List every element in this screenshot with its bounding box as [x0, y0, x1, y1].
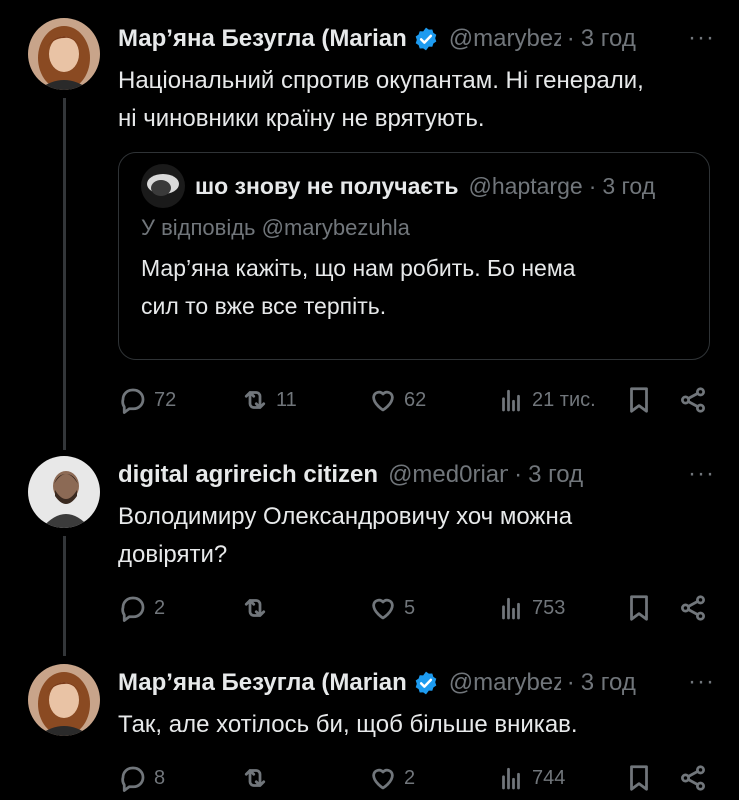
reply-button[interactable]: 2 [118, 590, 165, 626]
reply-count: 72 [154, 388, 177, 411]
retweet-icon [244, 391, 266, 409]
tweet[interactable]: Мар’яна Безугла (Marian @marybezuhla · 3… [118, 24, 715, 138]
tweet-text: Так, але хотілось би, щоб більше вникав. [118, 706, 715, 744]
like-button[interactable]: 5 [368, 590, 415, 626]
bookmark-icon [630, 387, 648, 413]
views-button[interactable]: 21 тис. [496, 382, 596, 418]
bookmark-button[interactable] [624, 760, 654, 796]
more-options-icon[interactable]: ··· [688, 24, 715, 52]
more-options-icon[interactable]: ··· [688, 668, 715, 696]
timestamp[interactable]: 3 год [581, 669, 636, 697]
retweet-icon [244, 769, 266, 787]
timestamp[interactable]: 3 год [528, 461, 583, 489]
thread-line [63, 98, 66, 450]
like-button[interactable]: 62 [368, 382, 426, 418]
tweet-actions: 72 11 62 21 тис. [118, 382, 710, 418]
reply-button[interactable]: 8 [118, 760, 165, 796]
separator: · [566, 669, 575, 696]
avatar[interactable] [28, 664, 100, 736]
verified-badge-icon [415, 671, 437, 695]
quoted-text-line: сил то вже все терпіть. [141, 293, 387, 319]
share-icon [681, 387, 705, 413]
views-icon [502, 389, 520, 412]
author-handle[interactable]: @marybezuhla [449, 25, 561, 53]
reply-count: 8 [154, 766, 166, 789]
tweet-text: Національний спротив окупантам. Ні генер… [118, 62, 715, 138]
retweet-button[interactable] [240, 590, 270, 626]
tweet[interactable]: Мар’яна Безугла (Marian @marybezuhla · 3… [118, 668, 715, 744]
views-count: 21 тис. [532, 388, 596, 411]
like-count: 2 [404, 766, 416, 789]
retweet-icon [244, 599, 266, 617]
views-button[interactable]: 744 [496, 760, 565, 796]
retweet-button[interactable] [240, 760, 270, 796]
bookmark-icon [630, 595, 648, 621]
share-button[interactable] [678, 382, 708, 418]
like-button[interactable]: 2 [368, 760, 415, 796]
views-count: 753 [532, 596, 566, 619]
quoted-timestamp: 3 год [602, 172, 656, 199]
tweet-text-line: довіряти? [118, 541, 228, 568]
bookmark-button[interactable] [624, 590, 654, 626]
views-button[interactable]: 753 [496, 590, 565, 626]
views-icon [502, 767, 520, 790]
share-button[interactable] [678, 760, 708, 796]
retweet-count: 11 [276, 388, 297, 411]
reply-icon [121, 596, 145, 622]
heart-icon [372, 768, 394, 790]
reply-count: 2 [154, 596, 166, 619]
tweet-header: Мар’яна Безугла (Marian @marybezuhla · 3… [118, 24, 715, 54]
like-count: 62 [404, 388, 427, 411]
author-handle[interactable]: @med0rian [388, 461, 508, 489]
bookmark-button[interactable] [624, 382, 654, 418]
more-options-icon[interactable]: ··· [688, 460, 715, 488]
heart-icon [372, 390, 394, 412]
tweet-text-line: ні чиновники країну не врятують. [118, 105, 485, 132]
tweet-text: Володимиру Олександровичу хоч можна дові… [118, 498, 715, 574]
verified-badge-icon [415, 27, 437, 51]
tweet-actions: 8 2 744 [118, 760, 710, 796]
separator: · [588, 172, 597, 199]
tweet-text-line: Володимиру Олександровичу хоч можна [118, 503, 573, 530]
timestamp[interactable]: 3 год [581, 25, 636, 53]
views-icon [502, 597, 520, 620]
reply-icon [121, 388, 145, 414]
reply-to-label[interactable]: У відповідь @marybezuhla [141, 215, 687, 241]
avatar[interactable] [28, 456, 100, 528]
tweet-header: Мар’яна Безугла (Marian @marybezuhla · 3… [118, 668, 715, 698]
author-handle[interactable]: @marybezuhla [449, 669, 561, 697]
separator: · [566, 25, 575, 52]
quoted-text-line: Мар’яна кажіть, що нам робить. Бо нема [141, 255, 576, 281]
tweet-text-line: Так, але хотілось би, щоб більше вникав. [118, 711, 578, 738]
like-count: 5 [404, 596, 416, 619]
quoted-tweet-text: Мар’яна кажіть, що нам робить. Бо нема с… [141, 249, 687, 325]
tweet[interactable]: digital agrireich citizen @med0rian · 3 … [118, 460, 715, 574]
separator: · [514, 461, 523, 488]
tweet-header: digital agrireich citizen @med0rian · 3 … [118, 460, 715, 490]
quoted-avatar [141, 164, 185, 208]
quoted-author-name[interactable]: шо знову не получаєть [195, 173, 459, 200]
heart-icon [372, 598, 394, 620]
quoted-tweet-header: шо знову не получаєть @haptarge · 3 год [141, 164, 687, 208]
thread-line [63, 536, 66, 656]
views-count: 744 [532, 766, 566, 789]
reply-icon [121, 766, 145, 792]
share-button[interactable] [678, 590, 708, 626]
quoted-author-handle[interactable]: @haptarge [469, 173, 583, 200]
author-name[interactable]: digital agrireich citizen [118, 461, 378, 489]
tweet-actions: 2 5 753 [118, 590, 710, 626]
author-name[interactable]: Мар’яна Безугла (Marian [118, 25, 407, 53]
retweet-button[interactable]: 11 [240, 382, 297, 418]
avatar[interactable] [28, 18, 100, 90]
reply-button[interactable]: 72 [118, 382, 176, 418]
share-icon [681, 765, 705, 791]
bookmark-icon [630, 765, 648, 791]
author-name[interactable]: Мар’яна Безугла (Marian [118, 669, 407, 697]
share-icon [681, 595, 705, 621]
quoted-tweet[interactable]: шо знову не получаєть @haptarge · 3 год … [118, 152, 710, 360]
tweet-text-line: Національний спротив окупантам. Ні генер… [118, 67, 644, 94]
